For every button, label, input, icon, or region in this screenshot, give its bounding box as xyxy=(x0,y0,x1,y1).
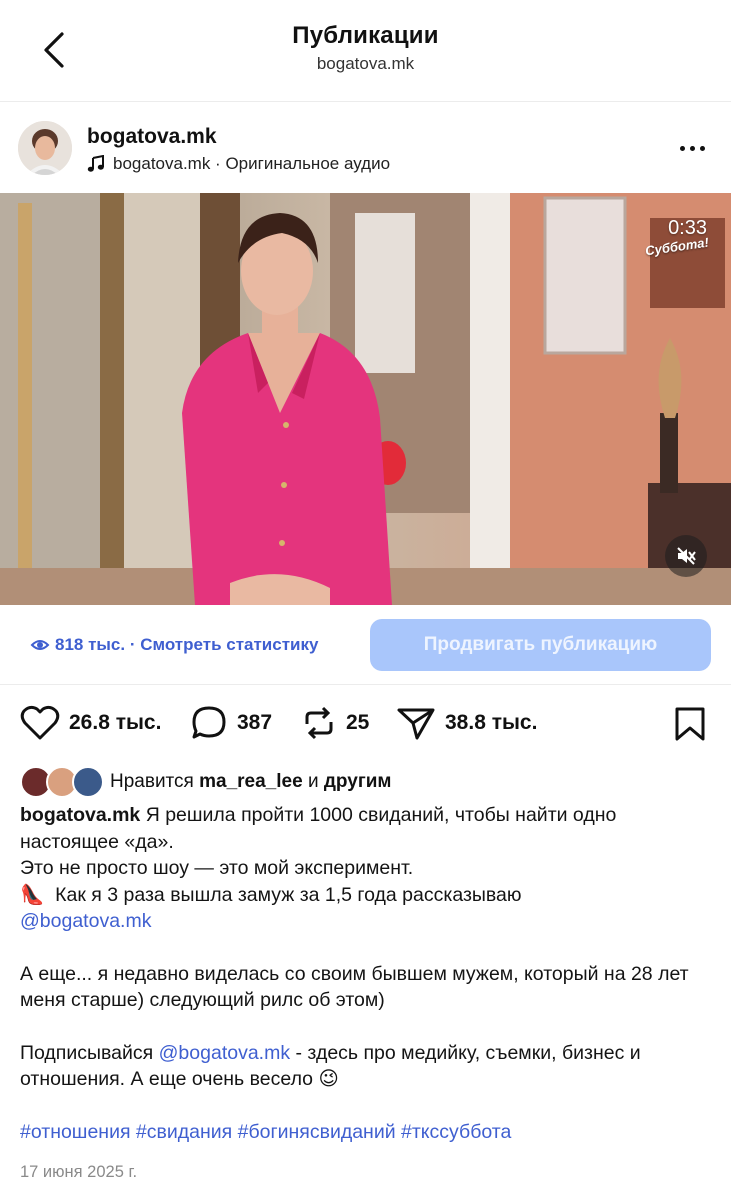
eye-icon xyxy=(30,640,50,650)
audio-line[interactable]: bogatova.mk · Оригинальное аудио xyxy=(87,154,390,174)
caption: bogatova.mk Я решила пройти 1000 свидани… xyxy=(20,802,720,1145)
caption-para2: А еще... я недавно виделась со своим быв… xyxy=(20,962,689,1012)
mention-link[interactable]: @bogatova.mk xyxy=(20,910,151,932)
hashtags[interactable]: #отношения #свидания #богинясвиданий #тк… xyxy=(20,1119,720,1146)
caption-author[interactable]: bogatova.mk xyxy=(20,804,140,826)
heart-icon xyxy=(20,705,60,740)
video-frame xyxy=(0,193,731,605)
share-icon xyxy=(397,708,435,740)
video-player[interactable]: 0:33 Суббота! xyxy=(0,193,731,605)
like-button[interactable]: 26.8 тыс. xyxy=(20,704,161,742)
wink-emoji-icon: 😉 xyxy=(318,1068,339,1090)
liker-avatars xyxy=(20,766,104,798)
view-statistics-link[interactable]: 818 тыс. · Смотреть статистику xyxy=(30,635,318,655)
repost-icon xyxy=(305,706,333,740)
music-note-icon xyxy=(87,155,104,172)
reposts-count: 25 xyxy=(346,711,370,734)
avatar[interactable] xyxy=(18,121,72,175)
caption-para3-start: Подписывайся xyxy=(20,1041,154,1064)
promote-button[interactable]: Продвигать публикацию xyxy=(370,619,711,671)
share-button[interactable]: 38.8 тыс. xyxy=(396,704,537,742)
post-header: bogatova.mk bogatova.mk · Оригинальное а… xyxy=(0,103,731,193)
avatar xyxy=(72,766,104,798)
views-label: 818 тыс. · Смотреть статистику xyxy=(55,635,319,654)
repost-button[interactable]: 25 xyxy=(301,704,369,742)
liked-by-conj: и xyxy=(307,771,319,792)
post-username[interactable]: bogatova.mk xyxy=(87,125,217,149)
mention-link[interactable]: @bogatova.mk xyxy=(159,1042,290,1064)
comment-icon xyxy=(192,706,226,739)
more-dots-icon[interactable] xyxy=(672,133,712,163)
page-subtitle: bogatova.mk xyxy=(316,54,415,73)
liked-by-user[interactable]: ma_rea_lee xyxy=(199,771,303,793)
save-button[interactable] xyxy=(673,706,707,747)
caption-line2: Это не просто шоу — это мой эксперимент. xyxy=(20,857,414,879)
post-date: 17 июня 2025 г. xyxy=(20,1163,138,1181)
liked-by-others[interactable]: другим xyxy=(324,771,392,793)
liked-by-line[interactable]: Нравится ma_rea_lee и другим xyxy=(20,765,392,799)
stats-row: 818 тыс. · Смотреть статистику Продвигат… xyxy=(0,605,731,685)
mute-button[interactable] xyxy=(665,535,707,577)
comments-count: 387 xyxy=(237,711,273,734)
caption-line3: Как я 3 раза вышла замуж за 1,5 года рас… xyxy=(55,883,522,906)
liked-by-prefix: Нравится xyxy=(110,771,194,792)
likes-count: 26.8 тыс. xyxy=(69,711,162,734)
page-title: Публикации xyxy=(292,22,439,49)
bookmark-icon xyxy=(675,707,705,741)
shares-count: 38.8 тыс. xyxy=(445,711,538,734)
mute-icon xyxy=(677,547,696,565)
heel-emoji-icon: 👠 xyxy=(20,883,45,906)
action-bar: 26.8 тыс. 387 25 38.8 тыс. xyxy=(0,700,731,750)
header: Публикации bogatova.mk xyxy=(0,0,731,102)
comment-button[interactable]: 387 xyxy=(190,704,272,742)
audio-label: bogatova.mk · Оригинальное аудио xyxy=(113,154,391,173)
